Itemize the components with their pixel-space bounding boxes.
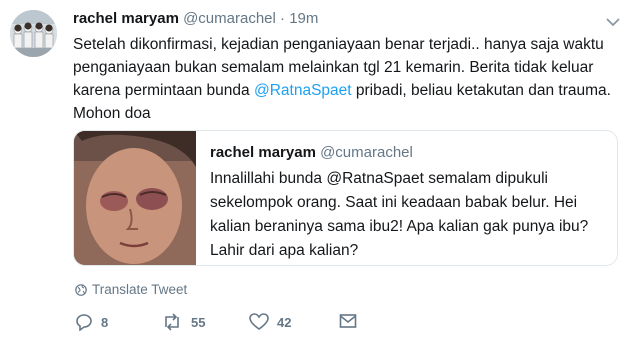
quoted-author-name[interactable]: rachel maryam: [210, 144, 316, 161]
separator: ·: [280, 10, 286, 27]
quoted-tweet[interactable]: rachel maryam @cumarachel Innalillahi bu…: [73, 130, 618, 266]
reply-icon: [76, 314, 92, 331]
reply-count: 8: [101, 314, 109, 330]
timestamp[interactable]: 19m: [289, 10, 318, 27]
quoted-author-handle[interactable]: @cumarachel: [320, 144, 413, 161]
tweet-text: Setelah dikonfirmasi, kejadian penganiay…: [73, 33, 613, 125]
tweet-header: rachel maryam @cumarachel · 19m: [73, 9, 318, 29]
reply-button[interactable]: 8: [75, 313, 108, 331]
translate-tweet-button[interactable]: Translate Tweet: [75, 281, 187, 299]
author-handle[interactable]: @cumarachel: [183, 10, 276, 27]
quoted-tweet-header: rachel maryam @cumarachel: [210, 143, 413, 163]
globe-icon: [75, 284, 87, 296]
retweet-button[interactable]: 55: [161, 313, 205, 331]
quoted-tweet-image[interactable]: [74, 131, 196, 265]
avatar[interactable]: [10, 10, 57, 57]
envelope-icon: [339, 314, 357, 328]
mention-link[interactable]: @RatnaSpaet: [254, 82, 352, 99]
quoted-tweet-text: Innalillahi bunda @RatnaSpaet semalam di…: [210, 170, 589, 259]
chevron-down-icon[interactable]: [606, 14, 620, 27]
like-button[interactable]: 42: [249, 313, 291, 331]
action-bar: 8 55 42: [75, 313, 395, 335]
like-count: 42: [277, 314, 292, 330]
translate-label: Translate Tweet: [92, 282, 188, 297]
heart-icon: [249, 313, 269, 330]
author-name[interactable]: rachel maryam: [73, 10, 179, 27]
retweet-count: 55: [191, 314, 206, 330]
direct-message-button[interactable]: [339, 313, 357, 329]
retweet-icon: [165, 313, 179, 331]
